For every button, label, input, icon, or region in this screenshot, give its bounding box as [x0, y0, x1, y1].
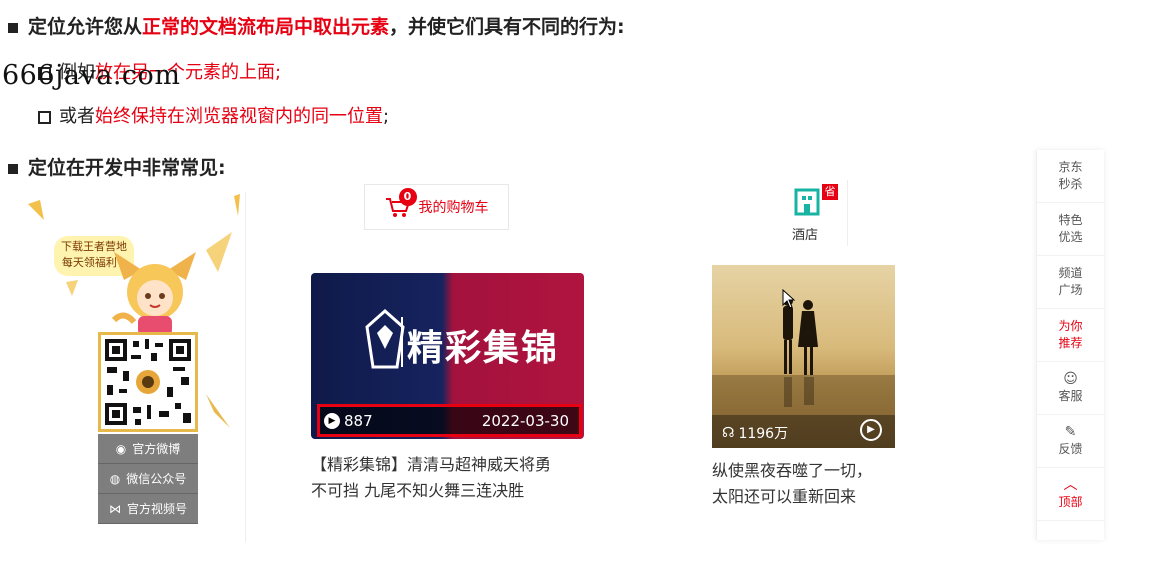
- bullet-line-or: 或者始终保持在浏览器视窗内的同一位置;: [38, 102, 389, 128]
- heading-text: 定位允许您从: [28, 16, 143, 38]
- video-channel-button[interactable]: ⋈ 官方视频号: [98, 494, 198, 524]
- headphones-icon: ☊: [722, 425, 735, 441]
- video-channel-icon: ⋈: [108, 501, 121, 516]
- mascot-image: [111, 252, 196, 336]
- caption-line: 不可挡 九尾不知火舞三连决胜: [311, 481, 525, 500]
- sidebar-item[interactable]: 京东 秒杀: [1037, 150, 1104, 203]
- sidebar-item-label: 频道: [1058, 266, 1083, 280]
- caption-line: 【精彩集锦】清清马超神威天将勇: [311, 455, 552, 474]
- bullet-text: 或者: [59, 106, 95, 127]
- mouse-cursor-icon: [782, 289, 796, 309]
- province-badge: 省: [822, 184, 838, 200]
- video-thumbnail[interactable]: 精彩集锦 ▶ 887 2022-03-30: [311, 273, 584, 439]
- bullet-highlight: 始终保持在浏览器视窗内的同一位置: [95, 106, 383, 127]
- heading-highlight: 正常的文档流布局中取出元素: [142, 16, 390, 38]
- pencil-icon: ✎: [1064, 424, 1077, 440]
- heading-common: 定位在开发中非常常见:: [8, 153, 226, 180]
- photo-thumbnail[interactable]: ☊ 1196万 ▶: [712, 265, 895, 448]
- view-count: ▶ 887: [324, 412, 373, 430]
- sidebar-item-label: 秒杀: [1058, 177, 1083, 191]
- hotel-icon: [794, 188, 820, 216]
- cart-count-badge: 0: [398, 188, 417, 206]
- sidebar-item-label: 特色: [1058, 213, 1083, 227]
- play-count-value: 1196万: [738, 426, 789, 442]
- box-bullet-icon: [38, 110, 51, 124]
- heading-text-end: ，并使它们具有不同的行为:: [389, 16, 625, 38]
- view-count-value: 887: [344, 411, 373, 430]
- play-circle-icon: ▶: [324, 412, 340, 429]
- photo-caption[interactable]: 纵使黑夜吞噬了一切， 太阳还可以重新回来: [712, 458, 912, 510]
- hotel-entry[interactable]: 省 酒店: [770, 180, 848, 246]
- watermark: 666java.com: [2, 60, 181, 91]
- heading-text: 定位在开发中非常常见:: [28, 157, 226, 179]
- sidebar-item-label: 顶部: [1058, 495, 1083, 509]
- weibo-icon: ◉: [115, 441, 127, 456]
- cart-label: 我的购物车: [418, 200, 489, 216]
- wechat-button[interactable]: ◍ 微信公众号: [98, 464, 198, 494]
- sidebar-item-label: 反馈: [1058, 442, 1083, 456]
- sidebar-item-label: 推荐: [1058, 336, 1083, 350]
- button-label: 微信公众号: [126, 472, 187, 486]
- sidebar-item[interactable]: 频道 广场: [1037, 256, 1104, 309]
- sidebar-item[interactable]: ✎ 反馈: [1037, 415, 1104, 468]
- play-button-icon[interactable]: ▶: [860, 419, 882, 441]
- social-buttons: ◉ 官方微博 ◍ 微信公众号 ⋈ 官方视频号: [98, 434, 198, 524]
- sidebar-item-label: 广场: [1058, 283, 1083, 297]
- video-info-bar: ▶ 887 2022-03-30: [317, 404, 582, 437]
- wechat-icon: ◍: [109, 471, 121, 486]
- cart-icon: 0: [385, 188, 417, 218]
- confetti-decoration: [206, 394, 230, 428]
- smile-icon: ☺: [1063, 371, 1078, 387]
- button-label: 官方视频号: [126, 502, 187, 516]
- video-title: 精彩集锦: [407, 328, 560, 369]
- sidebar-item[interactable]: 特色 优选: [1037, 203, 1104, 256]
- kpl-logo-icon: [365, 309, 405, 369]
- video-date: 2022-03-30: [481, 411, 569, 430]
- sidebar-item-label: 京东: [1058, 160, 1083, 174]
- chevron-up-icon: ︿: [1063, 477, 1078, 493]
- sidebar-item-label: 客服: [1058, 389, 1083, 403]
- sidebar-item[interactable]: ☺ 客服: [1037, 362, 1104, 415]
- shopping-cart-button[interactable]: 0 我的购物车: [364, 184, 509, 230]
- caption-line: 太阳还可以重新回来: [712, 487, 857, 506]
- qr-code: [98, 332, 198, 432]
- right-fixed-sidebar: 京东秒杀特色优选频道广场为你推荐 ☺ 客服 ✎ 反馈 ︿ 顶部: [1036, 150, 1104, 540]
- bullet-text-end: ;: [383, 106, 390, 127]
- video-caption[interactable]: 【精彩集锦】清清马超神威天将勇 不可挡 九尾不知火舞三连决胜: [311, 452, 601, 504]
- sidebar-item[interactable]: 为你 推荐: [1037, 309, 1104, 362]
- weibo-button[interactable]: ◉ 官方微博: [98, 434, 198, 464]
- sidebar-item[interactable]: ︿ 顶部: [1037, 468, 1104, 521]
- logo-divider: [401, 317, 403, 367]
- button-label: 官方微博: [132, 442, 181, 456]
- hotel-label: 酒店: [792, 228, 819, 243]
- sidebar-item-label: 优选: [1058, 230, 1083, 244]
- play-count: ☊ 1196万: [722, 423, 788, 443]
- sidebar-item-label: 为你: [1058, 319, 1083, 333]
- heading-positioning: 定位允许您从正常的文档流布局中取出元素，并使它们具有不同的行为:: [8, 12, 625, 39]
- left-float-panel: 下载王者营地 每天领福利~ ◉ 官方微博 ◍ 微信公众号 ⋈ 官方视频号: [26, 192, 246, 542]
- caption-line: 纵使黑夜吞噬了一切，: [712, 461, 873, 480]
- square-bullet-icon: [8, 163, 18, 174]
- square-bullet-icon: [8, 22, 18, 33]
